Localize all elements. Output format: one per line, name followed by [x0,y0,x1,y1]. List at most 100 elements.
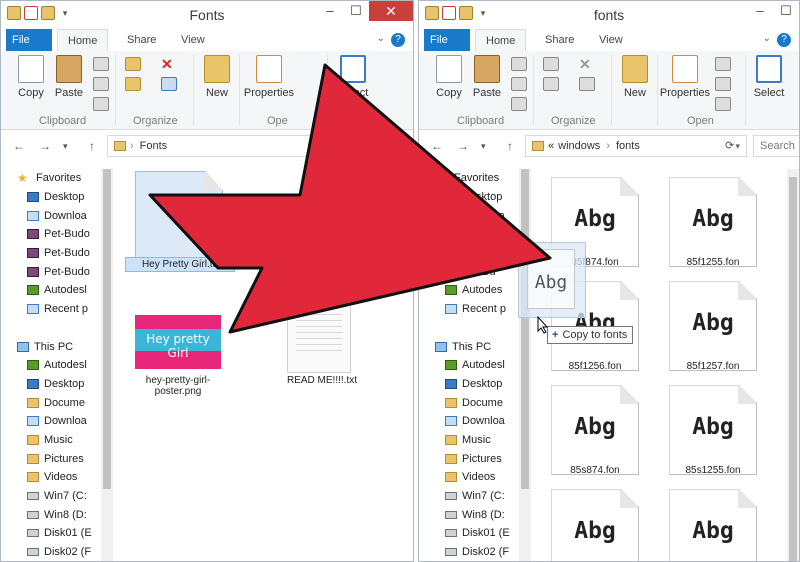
nav-item[interactable]: Downloa [17,412,99,431]
nav-item[interactable]: Autodesl [435,356,517,375]
font-file-icon[interactable]: Abg [669,281,757,371]
poster-thumbnail[interactable]: Hey pretty Girl [135,315,221,369]
copy-to-icon[interactable] [125,77,141,91]
cut-icon[interactable] [93,57,109,71]
tab-file[interactable]: File [6,29,52,51]
nav-item[interactable]: Disk01 (E [17,524,99,543]
delete-icon[interactable]: ✕ [161,57,177,71]
new-folder-button[interactable]: New [199,55,235,99]
refresh-icon[interactable]: ⟳ [725,139,734,152]
navigation-scrollbar[interactable] [519,169,531,561]
nav-item[interactable]: Recent p [435,300,517,319]
move-to-icon[interactable] [125,57,141,71]
font-file-name[interactable]: 85f1255.fon [658,257,768,268]
new-folder-button[interactable]: New [617,55,653,99]
nav-item[interactable]: Disk02 (F [435,543,517,561]
address-bar[interactable]: › Fonts [107,135,407,157]
nav-item[interactable]: ★ Favorites [435,169,517,188]
copy-path-icon[interactable] [93,77,109,91]
nav-item[interactable]: Downloa [435,206,517,225]
nav-item[interactable]: Downloa [435,412,517,431]
paste-button[interactable]: Paste [51,55,87,99]
file-icon-ttf[interactable] [135,171,223,269]
tab-view[interactable]: View [589,29,633,51]
address-dropdown-icon[interactable]: ▾ [735,136,740,156]
font-file-name[interactable]: 85s874.fon [540,465,650,476]
forward-arrow-icon[interactable]: → [39,139,51,153]
rename-icon[interactable] [161,77,177,91]
search-input[interactable]: Search [753,135,799,157]
nav-item[interactable]: ★ Favorites [17,169,99,188]
nav-item[interactable]: This PC [435,337,517,356]
font-file-icon[interactable]: Abg [669,489,757,561]
tab-home[interactable]: Home [57,29,109,51]
nav-item[interactable]: Pictures [17,449,99,468]
font-file-icon[interactable]: Abg [669,385,757,475]
address-bar[interactable]: « windows › fonts ▾ [525,135,747,157]
minimize-button[interactable]: – [747,1,773,21]
nav-item[interactable]: Desktop [17,188,99,207]
copy-button[interactable]: Copy [431,55,467,99]
nav-item[interactable]: Videos [17,468,99,487]
select-button[interactable]: Select [335,55,371,99]
move-to-icon[interactable] [543,57,559,71]
up-arrow-icon[interactable]: ↑ [89,139,95,153]
scrollbar-thumb[interactable] [521,169,529,489]
tab-share[interactable]: Share [535,29,584,51]
paste-shortcut-icon[interactable] [93,97,109,111]
rename-icon[interactable] [579,77,595,91]
nav-item[interactable]: Videos [435,468,517,487]
nav-item[interactable]: Music [17,431,99,450]
paste-shortcut-icon[interactable] [511,97,527,111]
file-name-ttf[interactable]: Hey Pretty Girl.ttf [125,257,235,272]
file-name-txt[interactable]: READ ME!!!!.txt [267,375,377,386]
properties-button[interactable]: Properties [659,55,711,99]
content-scrollbar[interactable] [787,169,799,561]
font-file-icon[interactable]: Abg [669,177,757,267]
close-button[interactable]: ✕ [369,1,413,21]
up-arrow-icon[interactable]: ↑ [507,139,513,153]
nav-item[interactable]: Desktop [435,375,517,394]
minimize-button[interactable]: – [317,1,343,21]
nav-item[interactable]: Downloa [17,206,99,225]
nav-item[interactable]: Docume [435,393,517,412]
chevron-down-icon[interactable]: ⌄ [377,33,385,44]
nav-item[interactable]: Win8 (D: [17,505,99,524]
chevron-down-icon[interactable]: ⌄ [763,33,771,44]
maximize-button[interactable]: ☐ [343,1,369,21]
maximize-button[interactable]: ☐ [773,1,799,21]
nav-item[interactable]: Autodesl [17,356,99,375]
scrollbar-thumb[interactable] [103,169,111,489]
forward-arrow-icon[interactable]: → [457,139,469,153]
navigation-scrollbar[interactable] [101,169,113,561]
nav-item[interactable]: This PC [17,337,99,356]
help-icon[interactable]: ? [777,33,791,47]
recent-locations-icon[interactable]: ▾ [63,141,68,152]
nav-item[interactable]: Win7 (C: [17,487,99,506]
recent-locations-icon[interactable]: ▾ [481,141,486,152]
delete-icon[interactable]: ✕ [579,57,595,71]
nav-item[interactable]: Pet-Bu [435,262,517,281]
nav-item[interactable]: Desktop [435,188,517,207]
breadcrumb-fonts[interactable]: Fonts [140,140,168,152]
nav-item[interactable]: Win7 (C: [435,487,517,506]
tab-view[interactable]: View [171,29,215,51]
open-icon[interactable] [715,57,731,71]
nav-item[interactable]: Disk01 (E [435,524,517,543]
text-file-icon[interactable] [287,301,351,373]
back-arrow-icon[interactable]: ← [431,139,443,153]
nav-item[interactable]: Pet-Budo [17,225,99,244]
paste-button[interactable]: Paste [469,55,505,99]
nav-item[interactable]: Pictures [435,449,517,468]
font-file-icon[interactable]: Abg [551,489,639,561]
nav-item[interactable]: Recent p [17,300,99,319]
nav-item[interactable]: Win8 (D: [435,505,517,524]
select-button[interactable]: Select [751,55,787,99]
back-arrow-icon[interactable]: ← [13,139,25,153]
cut-icon[interactable] [511,57,527,71]
scrollbar-thumb[interactable] [789,177,797,561]
copy-button[interactable]: Copy [13,55,49,99]
tab-home[interactable]: Home [475,29,527,51]
font-file-name[interactable]: 85f1257.fon [658,361,768,372]
breadcrumb-windows[interactable]: windows [558,140,600,152]
